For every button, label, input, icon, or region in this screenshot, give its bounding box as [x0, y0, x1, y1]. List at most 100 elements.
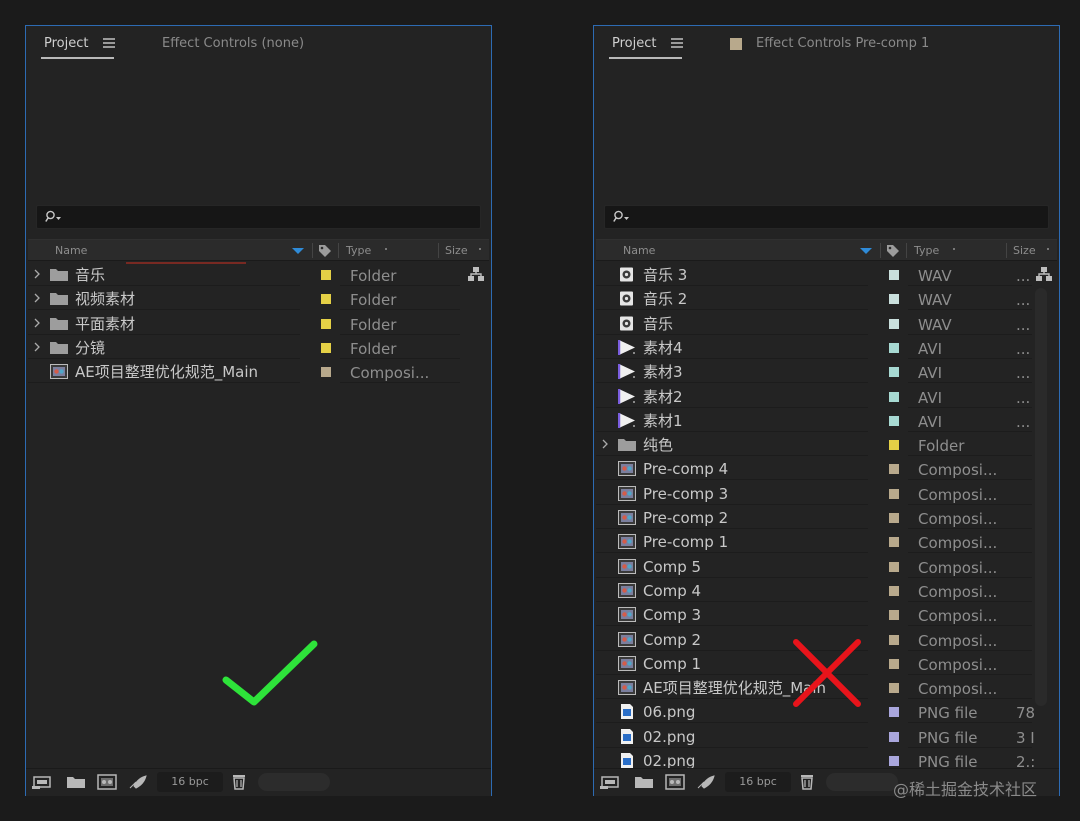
list-item[interactable]: 音乐 2 WAV... [594, 287, 1059, 311]
label-color-swatch[interactable] [889, 342, 899, 353]
comp-icon [618, 461, 636, 477]
item-name: 02.png [643, 727, 696, 746]
interpret-footage-icon[interactable] [32, 774, 52, 790]
label-color-swatch[interactable] [321, 367, 331, 378]
tab-project[interactable]: Project [612, 36, 656, 52]
label-color-swatch[interactable] [889, 367, 899, 378]
label-color-swatch[interactable] [321, 294, 331, 305]
column-separator [438, 243, 439, 258]
label-color-swatch[interactable] [889, 585, 899, 596]
item-type: Folder [918, 437, 965, 456]
label-color-swatch[interactable] [889, 488, 899, 499]
list-item[interactable]: 视频素材 Folder [26, 287, 491, 311]
label-color-swatch[interactable] [321, 318, 331, 329]
label-color-swatch[interactable] [889, 537, 899, 548]
column-size-header[interactable]: Size [445, 244, 468, 258]
label-color-swatch[interactable] [889, 391, 899, 402]
interpret-footage-icon[interactable] [600, 774, 620, 790]
column-type-header[interactable]: Type [346, 244, 371, 258]
item-type: PNG file [918, 728, 978, 747]
list-item[interactable]: 素材3 AVI... [594, 360, 1059, 384]
label-tag-icon[interactable] [318, 244, 332, 258]
item-type: Folder [350, 315, 397, 334]
list-item[interactable]: Pre-comp 3 Composi... [594, 482, 1059, 506]
tab-effect-controls[interactable]: Effect Controls (none) [162, 36, 304, 52]
new-composition-icon[interactable] [97, 774, 117, 790]
label-color-swatch[interactable] [889, 561, 899, 572]
expand-chevron-icon[interactable] [34, 342, 40, 352]
expand-chevron-icon[interactable] [34, 293, 40, 303]
bit-depth-button[interactable]: 16 bpc [725, 772, 791, 792]
label-color-swatch[interactable] [889, 318, 899, 329]
list-item[interactable]: 素材1 AVI... [594, 409, 1059, 433]
item-name: 06.png [643, 703, 696, 722]
list-item[interactable]: Pre-comp 2 Composi... [594, 506, 1059, 530]
label-color-swatch[interactable] [889, 270, 899, 280]
item-size: ... [1016, 339, 1031, 358]
list-item[interactable]: 素材4 AVI... [594, 336, 1059, 360]
list-item[interactable]: 音乐 3 WAV... [594, 263, 1059, 287]
tab-project[interactable]: Project [44, 36, 88, 52]
label-color-swatch[interactable] [889, 415, 899, 426]
label-color-swatch[interactable] [889, 610, 899, 621]
trash-icon[interactable] [229, 774, 249, 790]
horizontal-scrollbar[interactable] [826, 773, 898, 791]
column-type-header[interactable]: Type [914, 244, 939, 258]
new-folder-icon[interactable] [66, 774, 86, 790]
trash-icon[interactable] [797, 774, 817, 790]
list-item[interactable]: 音乐 WAV... [594, 312, 1059, 336]
label-color-swatch[interactable] [321, 342, 331, 353]
label-color-swatch[interactable] [889, 513, 899, 523]
column-name-header[interactable]: Name [55, 244, 87, 258]
list-item[interactable]: 纯色 Folder [594, 433, 1059, 457]
expand-chevron-icon[interactable] [34, 318, 40, 328]
column-size-header[interactable]: Size [1013, 244, 1036, 258]
sort-descending-icon[interactable] [292, 248, 304, 254]
expand-chevron-icon[interactable] [602, 439, 608, 449]
list-item[interactable]: Pre-comp 4 Composi... [594, 457, 1059, 481]
column-name-header[interactable]: Name [623, 244, 655, 258]
expand-chevron-icon[interactable] [34, 269, 40, 279]
label-color-swatch[interactable] [889, 464, 899, 475]
list-item[interactable]: Comp 4 Composi... [594, 579, 1059, 603]
project-settings-icon[interactable] [696, 774, 716, 790]
label-color-swatch[interactable] [889, 440, 899, 451]
label-color-swatch[interactable] [889, 294, 899, 305]
bit-depth-button[interactable]: 16 bpc [157, 772, 223, 792]
item-size: ... [1016, 388, 1031, 407]
checkmark-icon [222, 640, 318, 706]
label-color-swatch[interactable] [889, 707, 899, 718]
project-settings-icon[interactable] [128, 774, 148, 790]
tab-effect-controls[interactable]: Effect Controls Pre-comp 1 [756, 36, 929, 52]
new-composition-icon[interactable] [665, 774, 685, 790]
item-size: ... [1016, 291, 1031, 310]
label-color-swatch[interactable] [889, 683, 899, 694]
list-item[interactable]: 素材2 AVI... [594, 385, 1059, 409]
list-item[interactable]: Pre-comp 1 Composi... [594, 530, 1059, 554]
list-item[interactable]: AE项目整理优化规范_Main Composi... [26, 360, 491, 384]
list-item[interactable]: 音乐 Folder [26, 263, 491, 287]
comp-icon [618, 655, 636, 671]
list-item[interactable]: Comp 5 Composi... [594, 555, 1059, 579]
label-color-swatch[interactable] [321, 270, 331, 280]
list-item[interactable]: 02.png PNG file 3 I [594, 725, 1059, 749]
horizontal-scrollbar[interactable] [258, 773, 330, 791]
panel-menu-icon[interactable] [671, 38, 683, 48]
label-color-swatch[interactable] [889, 658, 899, 669]
new-folder-icon[interactable] [634, 774, 654, 790]
label-color-swatch[interactable] [889, 756, 899, 766]
label-tag-icon[interactable] [886, 244, 900, 258]
list-item[interactable]: Comp 3 Composi... [594, 603, 1059, 627]
list-item[interactable]: 平面素材 Folder [26, 312, 491, 336]
list-item[interactable]: 分镜 Folder [26, 336, 491, 360]
item-type: Composi... [918, 582, 998, 601]
search-input[interactable] [604, 205, 1049, 229]
search-icon[interactable] [613, 210, 631, 224]
label-color-swatch[interactable] [889, 731, 899, 742]
label-color-swatch[interactable] [889, 634, 899, 645]
search-icon[interactable] [45, 210, 63, 224]
item-type: Folder [350, 291, 397, 310]
sort-descending-icon[interactable] [860, 248, 872, 254]
search-input[interactable] [36, 205, 481, 229]
panel-menu-icon[interactable] [103, 38, 115, 48]
